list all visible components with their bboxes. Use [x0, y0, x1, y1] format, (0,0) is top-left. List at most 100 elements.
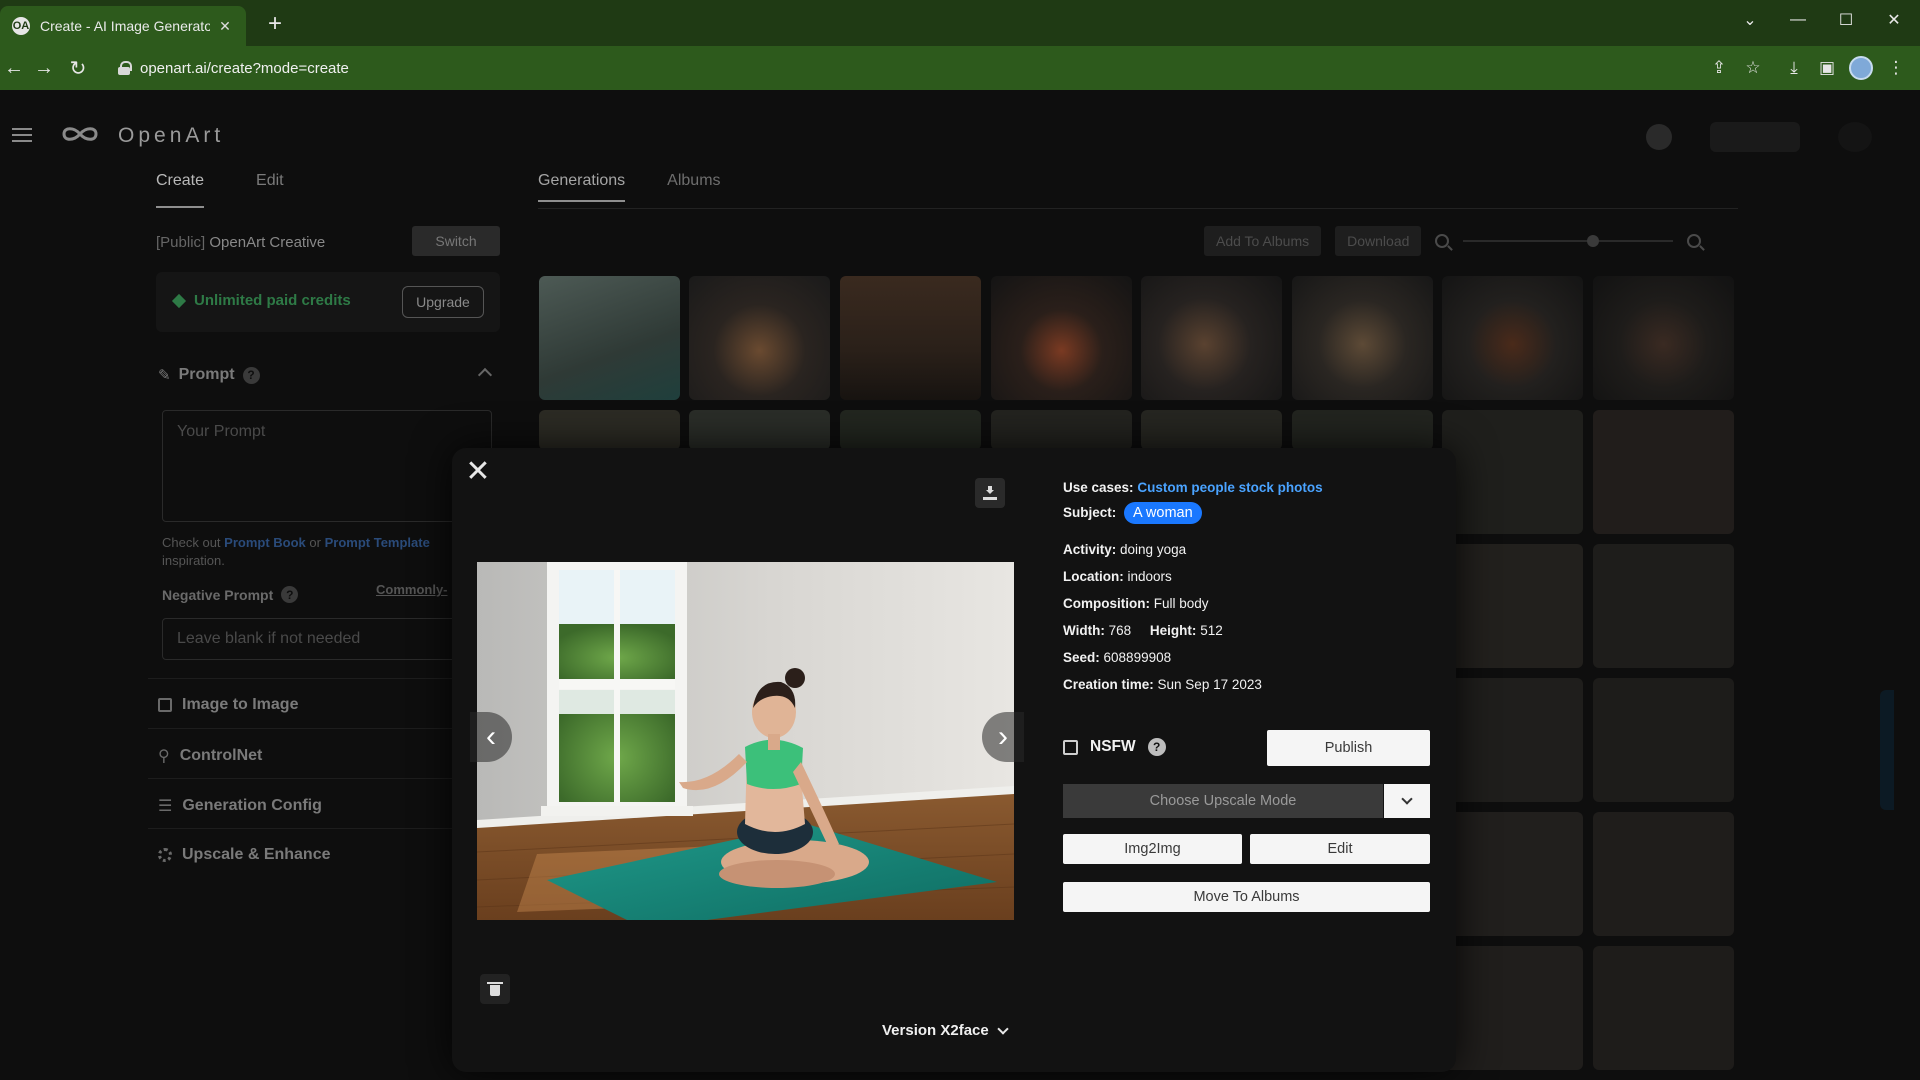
thumbnail[interactable] — [1593, 678, 1734, 802]
thumbnail[interactable] — [1292, 410, 1433, 450]
switch-button[interactable]: Switch — [412, 226, 500, 256]
prompt-book-link[interactable]: Prompt Book — [224, 535, 306, 550]
thumbnail[interactable] — [840, 276, 981, 400]
chevron-up-icon[interactable] — [477, 367, 493, 383]
zoom-slider-knob[interactable] — [1587, 235, 1600, 247]
thumbnail[interactable] — [1442, 812, 1583, 936]
thumbnail[interactable] — [539, 410, 680, 450]
add-to-albums-button[interactable]: Add To Albums — [1204, 226, 1322, 256]
thumbnail[interactable] — [1593, 276, 1734, 400]
thumbnail[interactable] — [991, 410, 1132, 450]
thumbnail[interactable] — [1593, 544, 1734, 668]
next-image-button[interactable]: › — [982, 712, 1024, 762]
screen: OA Create - AI Image Generator | Op ✕ + … — [0, 0, 1920, 1080]
url-text: openart.ai/create?mode=create — [140, 59, 349, 77]
prompt-section-header[interactable]: ✎ Prompt ? — [158, 366, 260, 384]
bookmark-star-icon[interactable]: ☆ — [1741, 56, 1765, 80]
browser-menu-icon[interactable]: ⋮ — [1884, 56, 1908, 80]
upscale-mode-select[interactable]: Choose Upscale Mode — [1063, 784, 1383, 818]
maximize-icon[interactable]: ☐ — [1826, 6, 1866, 34]
header-button[interactable] — [1710, 122, 1800, 152]
thumbnail[interactable] — [689, 276, 830, 400]
thumbnail[interactable] — [1292, 276, 1433, 400]
thumbnail[interactable] — [1442, 946, 1583, 1070]
use-cases-row: Use cases: Custom people stock photos — [1063, 480, 1323, 495]
section-label: Image to Image — [182, 696, 299, 713]
thumbnail[interactable] — [1442, 410, 1583, 534]
window-close-icon[interactable]: ✕ — [1874, 6, 1914, 34]
minimize-icon[interactable]: — — [1778, 6, 1818, 34]
app-header: OpenArt — [0, 90, 1920, 182]
tab-close-icon[interactable]: ✕ — [216, 17, 234, 35]
controlnet-icon: ⚲ — [158, 748, 170, 765]
thumbnail[interactable] — [539, 276, 680, 400]
thumbnail[interactable] — [1442, 544, 1583, 668]
downloads-icon[interactable]: ⤓ — [1782, 56, 1806, 80]
download-button[interactable]: Download — [1335, 226, 1422, 256]
tab-albums[interactable]: Albums — [667, 172, 720, 202]
close-icon[interactable]: ✕ — [464, 457, 492, 487]
thumbnail[interactable] — [1442, 678, 1583, 802]
help-icon[interactable]: ? — [1147, 738, 1166, 756]
tab-divider — [538, 208, 1738, 209]
new-tab-icon[interactable]: + — [262, 12, 288, 38]
help-icon[interactable]: ? — [242, 366, 260, 384]
tab-search-icon[interactable]: ⌄ — [1730, 6, 1770, 34]
negative-prompt-input[interactable]: Leave blank if not needed — [162, 618, 492, 660]
thumbnail[interactable] — [840, 410, 981, 450]
lock-icon — [118, 61, 132, 75]
thumbnail[interactable] — [1442, 276, 1583, 400]
address-bar[interactable]: openart.ai/create?mode=create — [104, 52, 1724, 84]
delete-image-button[interactable] — [480, 974, 510, 1004]
prompt-input[interactable]: Your Prompt — [162, 410, 492, 522]
prompt-template-link[interactable]: Prompt Template — [325, 535, 430, 550]
nsfw-checkbox[interactable] — [1063, 739, 1078, 755]
help-icon[interactable]: ? — [281, 586, 299, 603]
thumbnail[interactable] — [991, 276, 1132, 400]
thumbnail[interactable] — [1593, 410, 1734, 534]
section-generation-config[interactable]: ☰ Generation Config — [158, 796, 322, 816]
profile-avatar[interactable] — [1849, 56, 1873, 80]
reload-icon[interactable]: ↻ — [64, 54, 92, 82]
thumbnail[interactable] — [689, 410, 830, 450]
upscale-dropdown-toggle[interactable] — [1384, 784, 1430, 818]
publish-button[interactable]: Publish — [1267, 730, 1430, 766]
zoom-slider[interactable] — [1463, 235, 1674, 247]
brand-name: OpenArt — [118, 124, 225, 147]
thumbnail[interactable] — [1141, 410, 1282, 450]
download-image-button[interactable] — [975, 478, 1005, 508]
hint-text: or — [309, 535, 321, 550]
move-to-albums-button[interactable]: Move To Albums — [1063, 882, 1430, 912]
create-sidebar: [Public] OpenArt Creative Switch Unlimit… — [140, 220, 500, 1080]
section-image-to-image[interactable]: Image to Image — [158, 696, 298, 714]
favicon-icon: OA — [12, 17, 30, 35]
thumbnail[interactable] — [1141, 276, 1282, 400]
forward-icon[interactable]: → — [30, 54, 58, 82]
section-upscale-enhance[interactable]: Upscale & Enhance — [158, 846, 331, 864]
zoom-out-icon[interactable] — [1435, 234, 1450, 248]
img2img-button[interactable]: Img2Img — [1063, 834, 1242, 864]
user-avatar[interactable] — [1838, 122, 1872, 152]
section-controlnet[interactable]: ⚲ ControlNet — [158, 746, 262, 766]
thumbnail[interactable] — [1593, 946, 1734, 1070]
version-selector[interactable]: Version X2face — [882, 1022, 1009, 1039]
common-negative-link[interactable]: Commonly- — [376, 582, 448, 597]
notification-icon[interactable] — [1646, 124, 1672, 150]
share-icon[interactable]: ⇪ — [1707, 56, 1731, 80]
browser-tab[interactable]: OA Create - AI Image Generator | Op ✕ — [0, 6, 246, 46]
info-key: Location: — [1063, 569, 1124, 584]
edit-button[interactable]: Edit — [1250, 834, 1430, 864]
use-case-link[interactable]: Custom people stock photos — [1137, 480, 1322, 495]
tab-generations[interactable]: Generations — [538, 172, 626, 202]
upgrade-button[interactable]: Upgrade — [402, 286, 484, 318]
back-icon[interactable]: ← — [0, 54, 28, 82]
tab-create[interactable]: Create — [156, 172, 205, 208]
subject-tag[interactable]: A woman — [1124, 502, 1202, 524]
tab-edit[interactable]: Edit — [256, 172, 284, 208]
zoom-in-icon[interactable] — [1687, 234, 1702, 248]
thumbnail[interactable] — [1593, 812, 1734, 936]
hamburger-menu-icon[interactable] — [12, 128, 32, 142]
tab-title: Create - AI Image Generator | Op — [40, 18, 210, 34]
side-panel-icon[interactable]: ▣ — [1815, 56, 1839, 80]
gallery-tabs: Generations Albums — [538, 172, 721, 202]
